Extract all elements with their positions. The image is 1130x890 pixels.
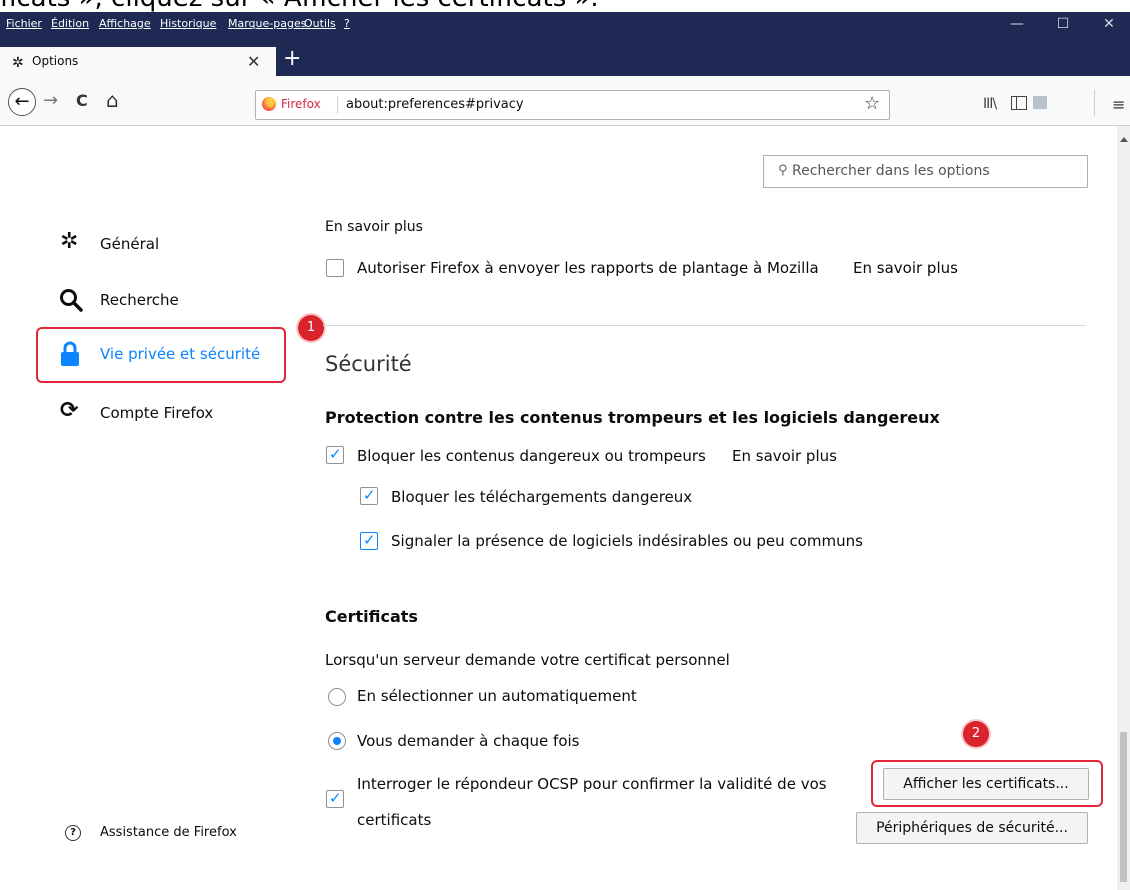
home-button[interactable]: ⌂ <box>106 88 119 112</box>
back-button[interactable]: ← <box>8 88 36 116</box>
url-text[interactable]: about:preferences#privacy <box>346 97 524 112</box>
gear-icon: ✲ <box>60 229 79 254</box>
warn-unwanted-label: Signaler la présence de logiciels indési… <box>391 532 863 550</box>
library-icon[interactable]: III\ <box>983 96 997 112</box>
block-downloads-checkbox[interactable] <box>360 486 378 505</box>
menu-outils[interactable]: Outils <box>304 17 336 30</box>
step-badge-1: 1 <box>298 315 324 341</box>
tab-close-button[interactable]: ✕ <box>247 52 260 71</box>
identity-label: Firefox <box>281 97 321 111</box>
toolbar-separator <box>1094 90 1095 116</box>
sidebar-item-vie-privee[interactable]: Vie privée et sécurité <box>100 345 260 363</box>
learn-more-link-top[interactable]: En savoir plus <box>325 219 423 235</box>
step-badge-2: 2 <box>963 721 989 747</box>
select-auto-label: En sélectionner un automatiquement <box>357 687 637 705</box>
sidebar-item-compte-firefox[interactable]: Compte Firefox <box>100 404 213 422</box>
menu-historique[interactable]: Historique <box>160 17 216 30</box>
close-window-button[interactable]: ✕ <box>1086 12 1130 36</box>
security-devices-button[interactable]: Périphériques de sécurité... <box>856 812 1088 844</box>
forward-button[interactable]: → <box>43 90 58 111</box>
menu-marque-pages[interactable]: Marque-pages <box>228 17 306 30</box>
crash-reports-label: Autoriser Firefox à envoyer les rapports… <box>357 259 819 277</box>
sidebar-item-general[interactable]: Général <box>100 235 159 253</box>
search-icon <box>60 289 83 312</box>
cert-question-text: Lorsqu'un serveur demande votre certific… <box>325 651 730 669</box>
new-tab-button[interactable]: + <box>283 48 301 70</box>
lock-icon <box>61 341 79 366</box>
extension-icon[interactable] <box>1033 96 1047 109</box>
support-link[interactable]: Assistance de Firefox <box>100 825 237 840</box>
certificates-heading: Certificats <box>325 607 418 626</box>
url-separator <box>337 96 338 114</box>
menu-fichier[interactable]: Fichier <box>6 17 42 30</box>
bookmark-star-icon[interactable]: ☆ <box>864 93 880 114</box>
view-certificates-button[interactable]: Afficher les certificats... <box>883 768 1089 800</box>
section-divider <box>323 325 1086 326</box>
search-icon: ⚲ <box>778 163 788 178</box>
block-dangerous-learn-more-link[interactable]: En savoir plus <box>732 447 837 465</box>
minimize-button[interactable]: — <box>994 12 1040 36</box>
reload-button[interactable]: C <box>76 91 88 110</box>
menu-affichage[interactable]: Affichage <box>99 17 151 30</box>
ocsp-checkbox[interactable] <box>326 789 344 808</box>
select-auto-radio[interactable] <box>328 688 346 706</box>
menu-bar: Fichier Édition Affichage Historique Mar… <box>0 12 1130 36</box>
protection-heading: Protection contre les contenus trompeurs… <box>325 408 940 427</box>
crash-reports-checkbox[interactable] <box>326 259 344 277</box>
help-icon: ? <box>65 825 81 841</box>
caption-strip: ficats », cliquez sur « Afficher les cer… <box>0 0 1130 12</box>
menu-edition[interactable]: Édition <box>51 17 89 30</box>
sync-icon: ⟳ <box>60 398 79 423</box>
gear-icon: ✲ <box>12 55 24 71</box>
ocsp-label-line1: Interroger le répondeur OCSP pour confir… <box>357 775 827 793</box>
sidebar-toggle-icon[interactable] <box>1011 96 1027 110</box>
hamburger-menu-icon[interactable]: ≡ <box>1112 95 1125 114</box>
ask-every-time-label: Vous demander à chaque fois <box>357 732 580 750</box>
maximize-button[interactable]: ☐ <box>1040 12 1086 36</box>
block-downloads-label: Bloquer les téléchargements dangereux <box>391 488 693 506</box>
caption-text: ficats », cliquez sur « Afficher les cer… <box>0 0 599 12</box>
tab-title: Options <box>32 54 79 68</box>
menu-aide[interactable]: ? <box>344 17 350 30</box>
block-dangerous-checkbox[interactable] <box>326 445 344 464</box>
crash-reports-learn-more-link[interactable]: En savoir plus <box>853 259 958 277</box>
scrollbar-thumb[interactable] <box>1120 732 1127 882</box>
security-heading: Sécurité <box>325 352 412 376</box>
search-placeholder: Rechercher dans les options <box>792 163 990 179</box>
warn-unwanted-checkbox[interactable] <box>360 531 378 550</box>
block-dangerous-label: Bloquer les contenus dangereux ou trompe… <box>357 447 706 465</box>
ocsp-label-line2: certificats <box>357 811 432 829</box>
firefox-logo-icon <box>262 97 276 111</box>
sidebar-item-recherche[interactable]: Recherche <box>100 291 179 309</box>
scroll-up-arrow-icon[interactable] <box>1120 137 1128 142</box>
ask-every-time-radio[interactable] <box>328 732 346 750</box>
